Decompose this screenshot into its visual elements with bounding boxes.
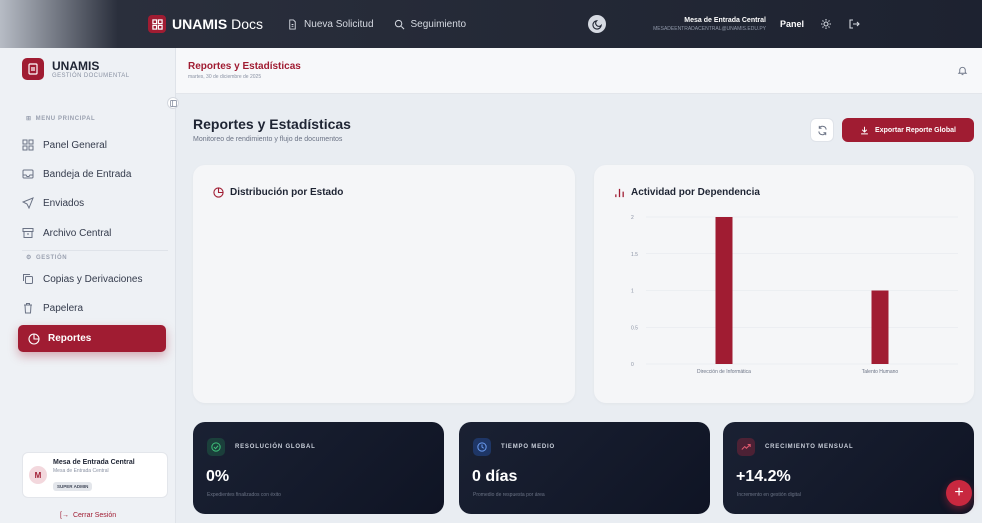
- file-icon: [289, 18, 296, 30]
- copy-icon: [23, 274, 33, 284]
- bell-icon[interactable]: [957, 65, 968, 76]
- header-title: Reportes y Estadísticas: [188, 61, 301, 72]
- page-subtitle: Monitoreo de rendimiento y flujo de docu…: [193, 136, 343, 143]
- stat-value-resolucion: 0%: [206, 468, 230, 485]
- grid-icon: [22, 139, 34, 151]
- logout-icon: [→: [60, 512, 69, 519]
- stat-value-tiempo: 0 días: [472, 468, 518, 485]
- sidebar-brand[interactable]: UNAMIS GESTIÓN DOCUMENTAL: [22, 58, 129, 80]
- nav-nueva-solicitud[interactable]: Nueva Solicitud: [287, 18, 374, 30]
- user-card[interactable]: M Mesa de Entrada Central Mesa de Entrad…: [22, 452, 168, 498]
- x-tick-label: Dirección de Informática: [697, 369, 751, 375]
- y-tick-label: 0: [631, 362, 634, 368]
- trend-up-icon: [737, 438, 755, 456]
- activity-chart-card: Actividad por Dependencia 0 0.5 1 1.5 2 Direc…: [594, 165, 974, 403]
- page-header: Reportes y Estadísticas martes, 30 de di…: [176, 48, 982, 94]
- grid-small-icon: ⊞: [26, 116, 32, 122]
- sidebar-item-archivo[interactable]: Archivo Central: [22, 222, 111, 244]
- sidebar-item-bandeja[interactable]: Bandeja de Entrada: [22, 163, 131, 185]
- y-tick-label: 0.5: [631, 325, 638, 331]
- y-tick-label: 1.5: [631, 252, 638, 258]
- x-tick-label: Talento Humano: [862, 369, 899, 375]
- inbox-icon: [22, 169, 34, 179]
- pie-chart-icon: [28, 332, 40, 345]
- activity-bar-chart: 0 0.5 1 1.5 2 Dirección de Informática Talento…: [631, 215, 958, 375]
- role-badge: SUPER ADMIN: [53, 481, 93, 491]
- clock-icon: [473, 438, 491, 456]
- sidebar-divider: [22, 250, 168, 251]
- archive-icon: [22, 228, 34, 238]
- refresh-button[interactable]: [810, 118, 834, 142]
- top-bar-left: UNAMIS Docs Nueva Solicitud Seguimiento: [148, 0, 466, 48]
- avatar: M: [29, 466, 47, 484]
- top-bar-right: Mesa de Entrada Central MESADEENTRADACEN…: [588, 0, 860, 48]
- top-bar: UNAMIS Docs Nueva Solicitud Seguimiento …: [0, 0, 982, 48]
- stat-card-resolucion: RESOLUCIÓN GLOBAL Expedientes finalizado…: [193, 422, 444, 514]
- sidebar-item-reportes[interactable]: Reportes: [18, 325, 166, 352]
- check-circle-icon: [207, 438, 225, 456]
- send-icon: [22, 197, 34, 209]
- sidebar-item-copias[interactable]: Copias y Derivaciones: [22, 268, 143, 290]
- refresh-icon: [817, 125, 827, 135]
- export-report-button[interactable]: Exportar Reporte Global: [842, 118, 974, 142]
- section-menu-principal: ⊞ MENU PRINCIPAL: [26, 115, 96, 123]
- apps-icon[interactable]: [148, 15, 166, 33]
- logout-button[interactable]: [→ Cerrar Sesión: [60, 512, 116, 519]
- gear-icon[interactable]: [820, 18, 832, 30]
- y-tick-label: 2: [631, 215, 634, 221]
- app-brand[interactable]: UNAMIS Docs: [172, 16, 263, 32]
- settings-small-icon: ⚙: [26, 255, 32, 261]
- pie-chart-icon: [213, 187, 224, 198]
- search-icon: [394, 19, 404, 29]
- sidebar-item-panel-general[interactable]: Panel General: [22, 134, 107, 156]
- nav-seguimiento[interactable]: Seguimiento: [394, 19, 466, 30]
- download-icon: [861, 126, 868, 134]
- page-title: Reportes y Estadísticas: [193, 116, 351, 132]
- collapse-sidebar-button[interactable]: [167, 97, 179, 109]
- trash-icon: [24, 303, 32, 314]
- header-date: martes, 30 de diciembre de 2025: [188, 74, 262, 80]
- stat-value-crecimiento: +14.2%: [736, 468, 791, 485]
- theme-toggle-icon[interactable]: [588, 15, 606, 33]
- section-gestion: ⚙ GESTIÓN: [26, 254, 68, 262]
- bar[interactable]: [715, 217, 733, 364]
- bar[interactable]: [871, 290, 889, 365]
- plus-icon: +: [954, 484, 964, 501]
- sidebar-item-enviados[interactable]: Enviados: [22, 192, 84, 214]
- add-floating-button[interactable]: +: [946, 480, 972, 506]
- logout-icon[interactable]: [848, 18, 860, 30]
- sidebar-item-papelera[interactable]: Papelera: [22, 297, 83, 319]
- status-card-title: Distribución por Estado: [213, 187, 343, 198]
- status-distribution-card: Distribución por Estado: [193, 165, 575, 403]
- user-info: Mesa de Entrada Central MESADEENTRADACEN…: [653, 16, 766, 32]
- document-icon: [22, 58, 44, 80]
- y-tick-label: 1: [631, 289, 634, 295]
- panel-link[interactable]: Panel: [780, 19, 804, 29]
